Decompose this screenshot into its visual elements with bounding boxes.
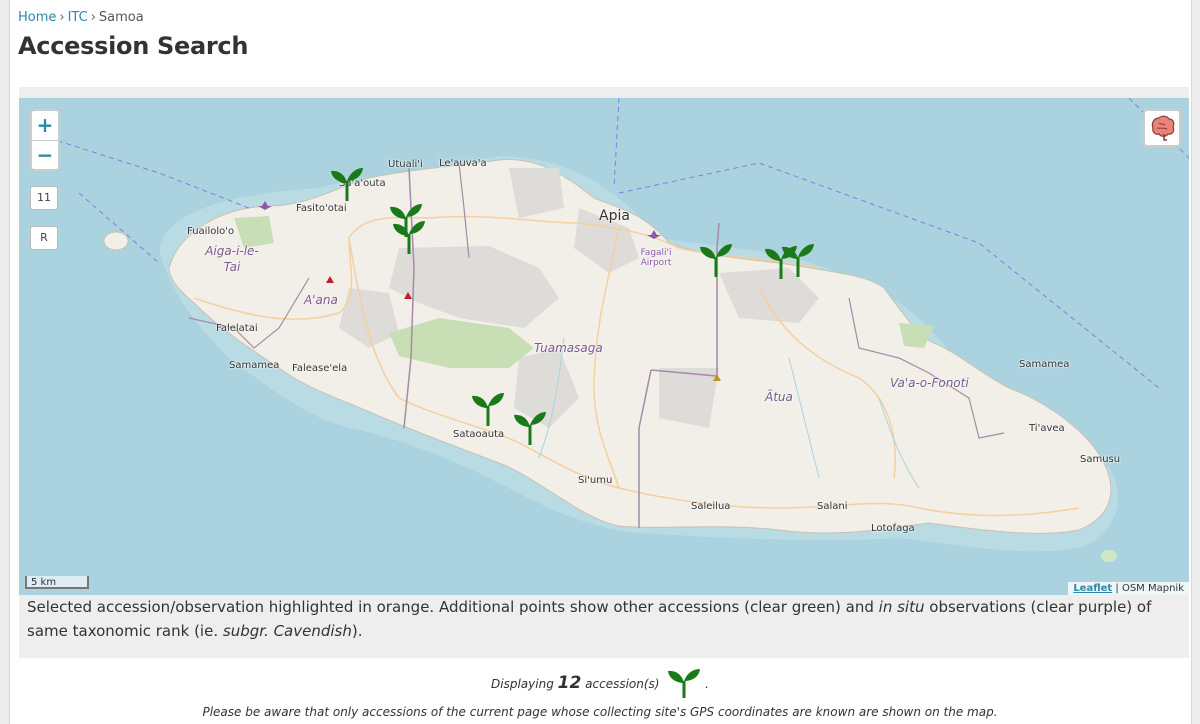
map-label-faleaseela: Falease'ela <box>292 363 348 374</box>
map-label-leauvaa: Le'auva'a <box>439 158 487 169</box>
accession-marker[interactable] <box>699 241 733 277</box>
leaflet-link[interactable]: Leaflet <box>1073 583 1112 594</box>
breadcrumb-itc-link[interactable]: ITC <box>68 10 88 25</box>
zoom-level-indicator: 11 <box>30 186 58 210</box>
breadcrumb-home-link[interactable]: Home <box>18 10 56 25</box>
map-label-tiavea: Ti'avea <box>1029 423 1065 434</box>
breadcrumb-separator: › <box>90 10 96 25</box>
results-count: 12 <box>557 673 582 693</box>
results-prefix: Displaying <box>491 677 554 691</box>
reset-view-button[interactable]: R <box>30 226 58 250</box>
breadcrumb-separator: › <box>59 10 65 25</box>
breadcrumb: Home › ITC › Samoa <box>18 10 144 25</box>
map-label-lotofaga: Lotofaga <box>871 523 915 534</box>
map-label-vaaofonoti: Va'a-o-Fonoti <box>890 376 969 390</box>
map-label-falelatai: Falelatai <box>216 323 258 334</box>
map-label-utualii: Utuali'i <box>388 159 423 170</box>
accession-marker[interactable] <box>781 241 815 277</box>
map-label-tuamasaga: Tuamasaga <box>534 341 603 355</box>
map-label-saleilua: Saleilua <box>691 501 731 512</box>
caption-text: Selected accession/observation highlight… <box>27 598 879 616</box>
accession-marker[interactable] <box>513 409 547 445</box>
breadcrumb-current: Samoa <box>98 10 144 25</box>
map-label-fagalii-airport: Fagali'i Airport <box>640 248 672 268</box>
page-title: Accession Search <box>18 32 249 60</box>
zoom-control: + − <box>30 109 60 171</box>
map-label-samusu: Samusu <box>1080 454 1121 465</box>
results-suffix: accession(s) <box>585 677 660 691</box>
attribution-separator: | <box>1115 583 1119 594</box>
caption-insitu: in situ <box>878 598 925 616</box>
map-caption: Selected accession/observation highlight… <box>27 595 1177 643</box>
map-label-sataoauta: Sataoauta <box>453 429 505 440</box>
accession-marker[interactable] <box>471 390 505 426</box>
map-label-samamea: Samamea <box>229 360 280 371</box>
map-scale: 5 km <box>25 576 89 589</box>
map-view[interactable]: Apia Utuali'i Le'auva'a Fasito'otai Sa'a… <box>19 98 1189 595</box>
zoom-in-button[interactable]: + <box>32 111 58 140</box>
map-attribution: Leaflet | OSM Mapnik <box>1068 582 1189 595</box>
layer-switcher-button[interactable] <box>1143 109 1181 147</box>
window-frame-left <box>0 0 10 724</box>
window-frame-right <box>1191 0 1200 724</box>
map-label-atua: Ātua <box>765 390 793 404</box>
brain-layers-icon <box>1151 115 1175 141</box>
tile-source: OSM Mapnik <box>1121 583 1184 594</box>
map-label-siumu: Si'umu <box>578 475 613 486</box>
map-label-samamea-east: Samamea <box>1019 359 1070 370</box>
caption-taxon: subgr. Cavendish <box>222 622 352 640</box>
map-tiles <box>48 98 1189 562</box>
results-summary: Displaying 12 accession(s) . <box>0 668 1200 698</box>
accession-marker[interactable] <box>330 165 364 201</box>
zoom-out-button[interactable]: − <box>32 140 58 170</box>
map-panel: Apia Utuali'i Le'auva'a Fasito'otai Sa'a… <box>19 87 1189 658</box>
map-label-fasitootai: Fasito'otai <box>296 203 347 214</box>
map-label-aigailetai: Aiga-i-le-Tai <box>205 244 259 274</box>
map-label-aana: A'ana <box>304 293 338 307</box>
accession-marker[interactable] <box>392 218 426 254</box>
results-end: . <box>705 677 709 691</box>
plant-sprout-icon <box>668 669 701 698</box>
caption-text: ). <box>351 622 363 640</box>
map-label-fuailoloo: Fuailolo'o <box>187 226 235 237</box>
map-label-apia: Apia <box>599 208 630 224</box>
gps-notice: Please be aware that only accessions of … <box>202 705 998 719</box>
map-label-salani: Salani <box>817 501 848 512</box>
